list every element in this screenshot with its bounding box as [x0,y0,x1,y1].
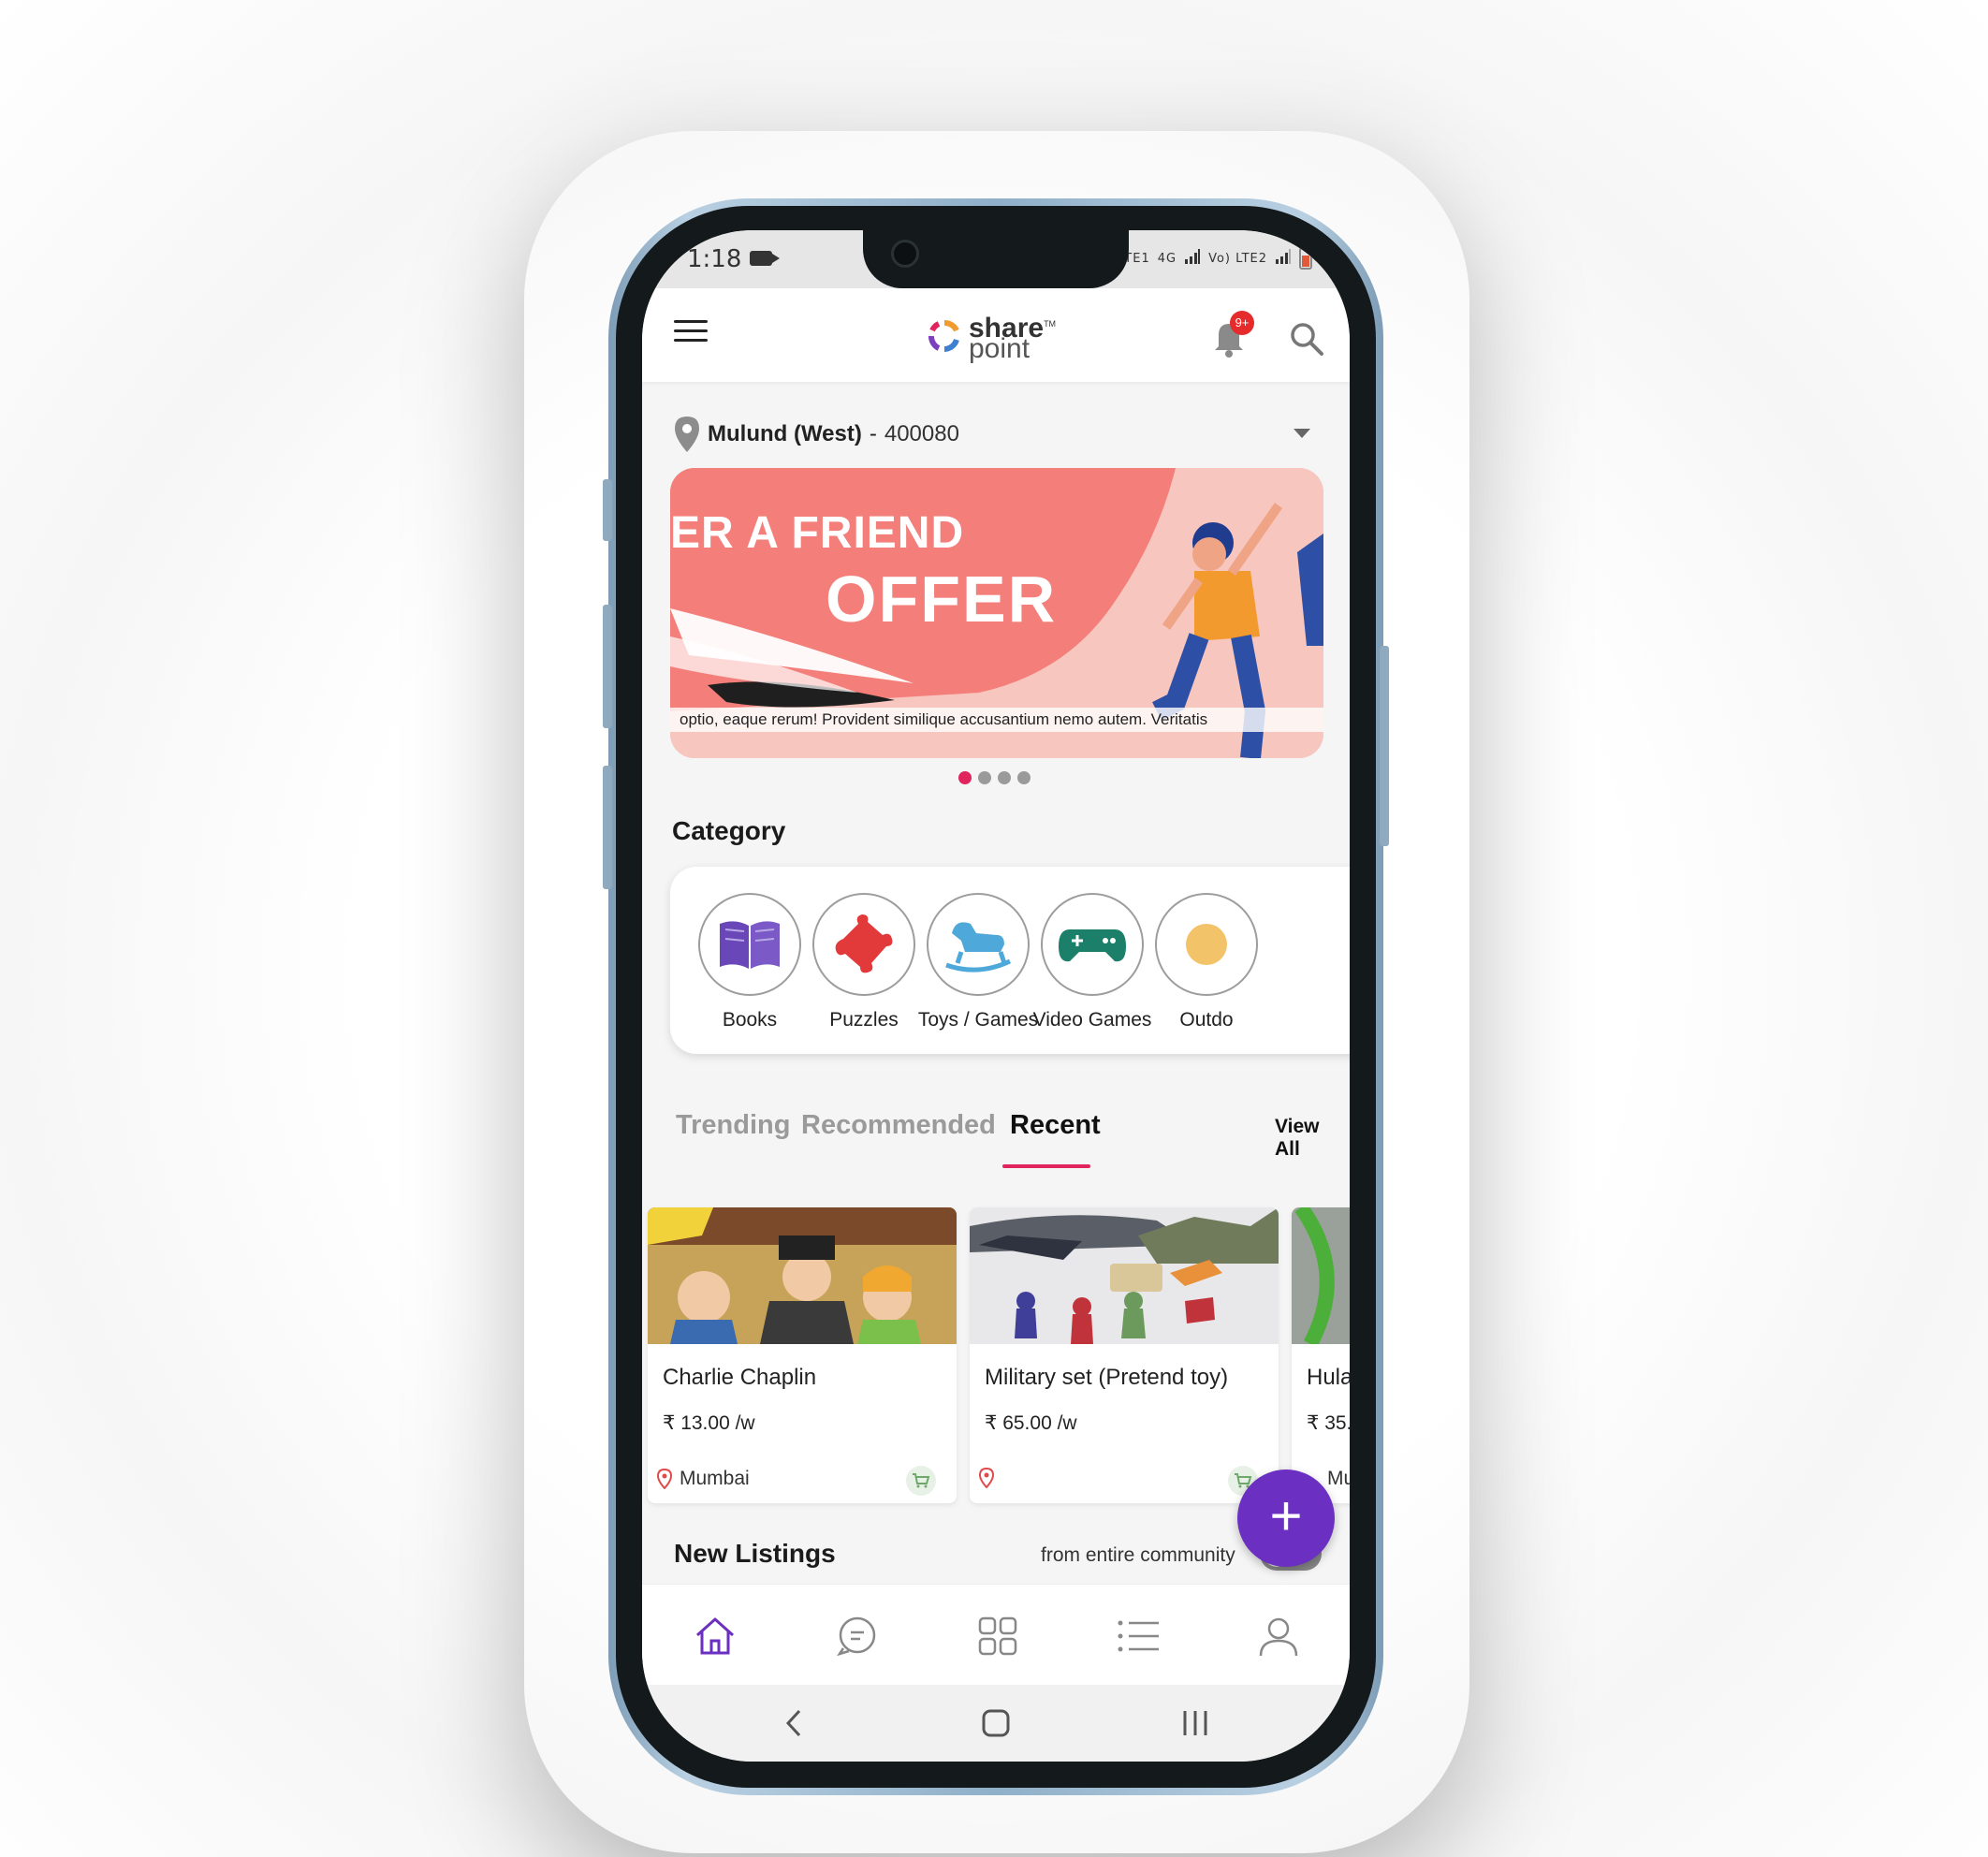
product-price: ₹ 35. [1307,1412,1350,1434]
cart-icon[interactable] [906,1466,936,1496]
chevron-down-icon [1294,429,1310,438]
home-icon[interactable] [687,1611,743,1661]
product-location: Mu [1327,1468,1350,1490]
view-all-link[interactable]: View All [1275,1116,1331,1161]
product-location-text: Mumbai [680,1468,750,1489]
tab-recommended[interactable]: Recommended [801,1110,996,1141]
menu-icon[interactable] [674,320,708,346]
product-card[interactable]: Charlie Chaplin ₹ 13.00 /w Mumbai [648,1207,957,1503]
battery-icon [1299,247,1312,270]
carousel-dot[interactable] [1017,771,1031,784]
search-icon[interactable] [1288,320,1325,358]
phone-notch [863,230,1129,288]
location-separator: - [869,421,877,446]
tab-recent[interactable]: Recent [1010,1110,1101,1141]
rocking-horse-icon [927,893,1030,996]
list-icon[interactable] [1110,1611,1166,1661]
signal-icon-2 [1275,249,1292,268]
front-camera [891,240,919,268]
back-icon[interactable] [782,1707,805,1744]
location-selector[interactable]: Mulund (West) - 400080 [674,414,1320,455]
category-carousel: Books Puzzles Toys / Games Video Games O… [670,867,1350,1054]
grid-icon[interactable] [970,1611,1026,1661]
notification-bell-icon[interactable]: 9+ [1209,311,1254,359]
sharepoint-logo: shareTM point [928,309,1056,363]
status-time: 1:18 [687,245,742,273]
location-pincode: 400080 [884,421,959,446]
home-button-icon[interactable] [981,1707,1011,1744]
notification-badge: 9+ [1230,311,1254,335]
location-pin-icon [979,1468,994,1488]
gamepad-icon [1041,893,1144,996]
product-location-text: Mu [1327,1468,1350,1489]
product-card[interactable]: Hula ₹ 35. Mu [1292,1207,1350,1503]
banner-heading-line2: OFFER [826,563,1058,636]
new-listings-subtitle: from entire community [1041,1544,1235,1566]
product-location: Mumbai [657,1468,750,1490]
product-location [979,1468,1001,1488]
carousel-dot[interactable] [978,771,991,784]
promo-banner[interactable]: ER A FRIEND OFFER optio, eaque rerum! Pr… [670,468,1323,758]
stage: 1:18 Vo) LTE1 4G Vo) LTE2 [0,0,1988,1857]
add-listing-button[interactable]: + [1237,1470,1335,1567]
network-label-2: 4G [1157,251,1177,266]
bottom-navigation [642,1584,1350,1685]
category-item-outdoor[interactable]: Outdo [1132,893,1281,1031]
tab-trending[interactable]: Trending [676,1110,790,1141]
location-area: Mulund (West) [708,421,862,446]
location-pin-icon [675,417,699,452]
volume-up-button [603,605,612,728]
location-pin-icon [657,1469,672,1489]
silent-switch [603,479,612,541]
carousel-indicator [958,771,1031,784]
system-navigation-bar [642,1685,1350,1762]
logo-tm: TM [1044,318,1057,329]
product-name: Charlie Chaplin [663,1365,817,1390]
banner-caption: optio, eaque rerum! Provident similique … [670,708,1323,732]
product-price: ₹ 65.00 /w [985,1412,1077,1434]
phone-screen: 1:18 Vo) LTE1 4G Vo) LTE2 [642,230,1350,1762]
product-image [970,1207,1279,1344]
book-icon [698,893,801,996]
power-button [1380,646,1389,846]
category-label: Outdo [1179,1009,1234,1031]
app-bar: shareTM point 9+ [642,288,1350,382]
carousel-dot[interactable] [958,771,972,784]
product-image [648,1207,957,1344]
product-price: ₹ 13.00 /w [663,1412,755,1434]
status-bar: 1:18 Vo) LTE1 4G Vo) LTE2 [642,230,1350,288]
puzzle-icon [812,893,915,996]
banner-heading-line1: ER A FRIEND [670,508,965,558]
product-card[interactable]: Military set (Pretend toy) ₹ 65.00 /w [970,1207,1279,1503]
profile-icon[interactable] [1250,1611,1307,1661]
outdoor-icon [1155,893,1258,996]
video-camera-icon [750,251,780,266]
category-title: Category [672,816,786,845]
active-tab-indicator [1002,1164,1090,1168]
new-listings-title: New Listings [674,1539,836,1568]
chat-icon[interactable] [829,1611,885,1661]
network-label-3: Vo) LTE2 [1208,251,1267,266]
recents-icon[interactable] [1181,1707,1209,1744]
logo-mark-icon [928,320,959,352]
volume-down-button [603,766,612,889]
product-name: Military set (Pretend toy) [985,1365,1229,1390]
signal-icon [1184,249,1201,268]
product-name: Hula [1307,1365,1350,1390]
product-image [1292,1207,1350,1344]
carousel-dot[interactable] [998,771,1011,784]
listing-tabs: Trending Recommended Recent View All [676,1110,1331,1168]
